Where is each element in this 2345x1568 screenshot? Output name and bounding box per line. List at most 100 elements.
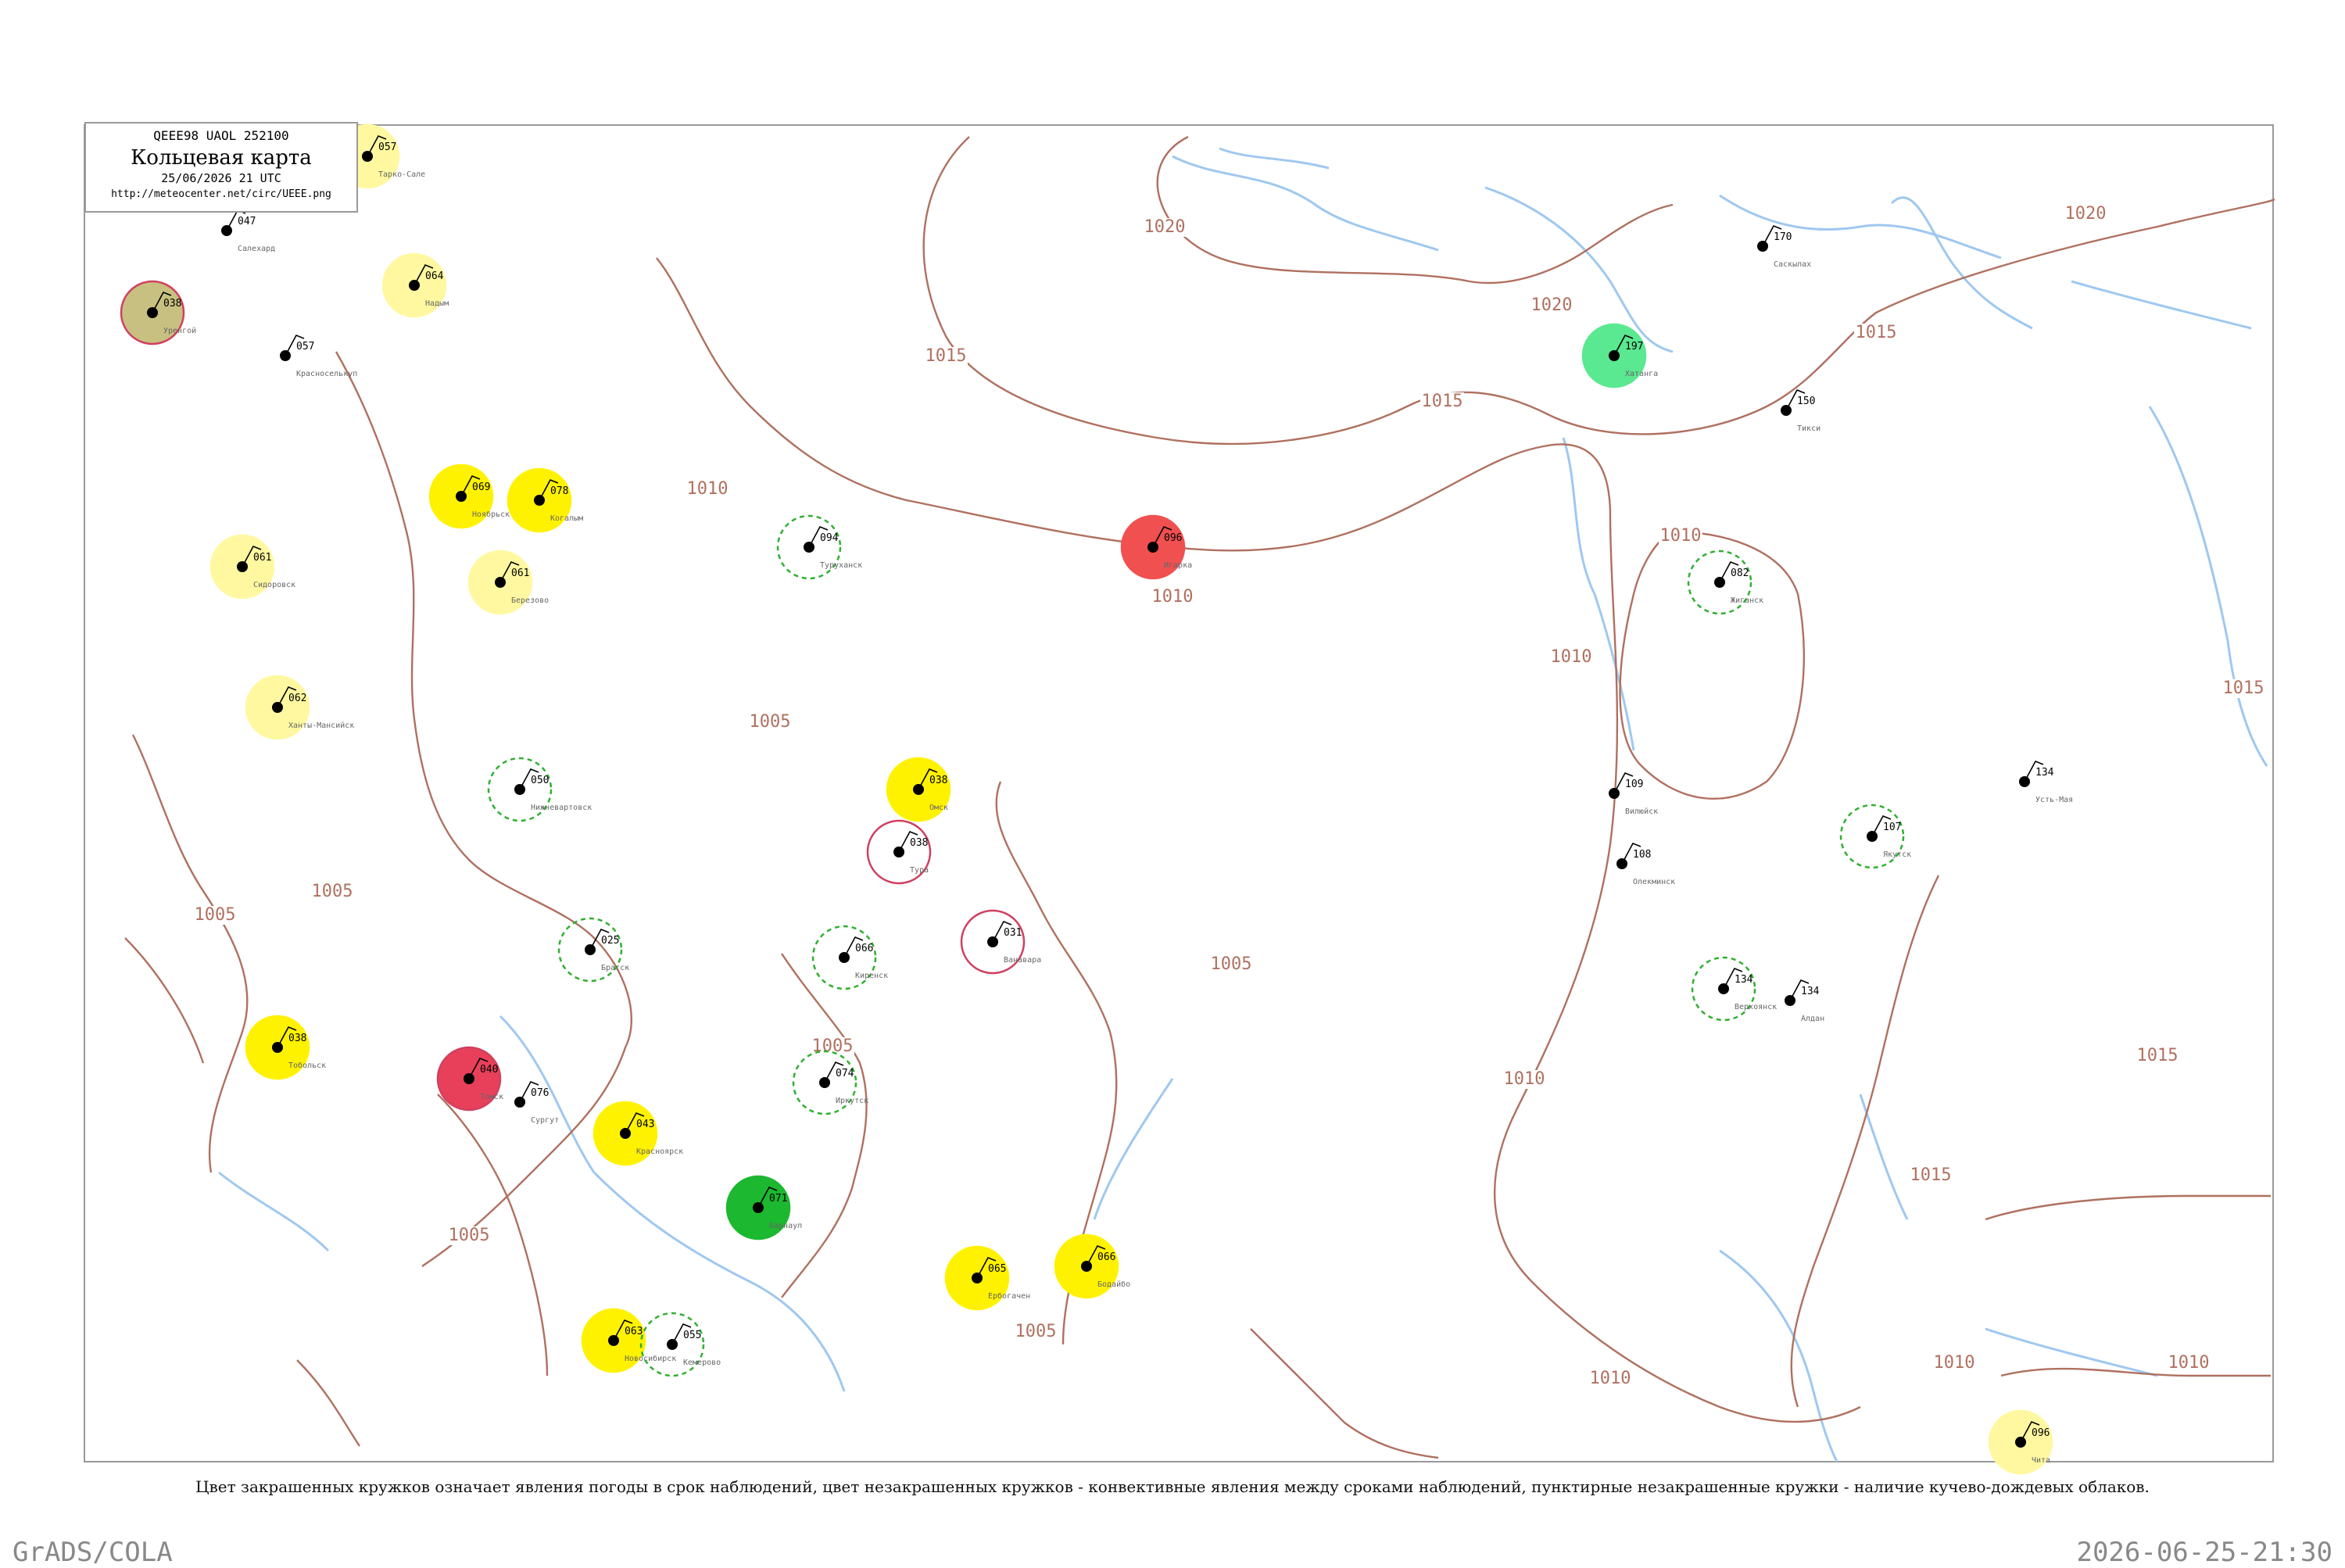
isobar-label: 1005 — [195, 905, 236, 925]
station-plot: 038 Тура — [866, 819, 932, 885]
station-temp: 057 — [378, 141, 396, 153]
station-temp: 038 — [288, 1033, 306, 1044]
station-temp: 074 — [836, 1068, 854, 1079]
station-plot: 047 Салехард — [221, 209, 275, 253]
isobar-label: 1015 — [2223, 678, 2264, 698]
water-layer — [218, 147, 2268, 1462]
station-name: Когалым — [550, 514, 583, 523]
station-plot: 170 Саскылах — [1757, 224, 1811, 269]
station-plot: 038 Уренгой — [120, 280, 196, 345]
station-temp: 057 — [296, 341, 314, 353]
station-temp: 038 — [929, 775, 947, 786]
map-date: 25/06/2026 21 UTC — [161, 171, 281, 185]
station-plot: 096 Игарка — [1120, 514, 1192, 580]
station-temp: 061 — [511, 567, 529, 579]
station-name: Красноселькуп — [296, 370, 357, 378]
station-temp: 109 — [1625, 779, 1643, 790]
station-temp: 197 — [1625, 341, 1643, 353]
isobar-label: 1010 — [687, 479, 729, 499]
station-name: Надым — [425, 299, 449, 308]
station-temp: 062 — [288, 693, 306, 704]
station-temp: 025 — [601, 935, 619, 947]
station-temp: 066 — [855, 943, 873, 954]
isobar-label: 1010 — [1504, 1069, 1545, 1089]
station-plot: 066 Киренск — [811, 925, 888, 990]
station-name: Бодайбо — [1097, 1280, 1130, 1289]
isobar-label: 1010 — [1934, 1353, 1975, 1373]
isobar-label: 1010 — [1660, 526, 1702, 546]
station-plot: 063 Новосибирск — [581, 1308, 676, 1373]
station-plot: 134 Усть-Мая — [2019, 760, 2073, 804]
station-name: Тура — [910, 866, 929, 875]
station-temp: 134 — [2035, 767, 2054, 779]
station-temp: 134 — [1801, 986, 1820, 997]
station-plot: 038 Омск — [886, 757, 951, 822]
station-plot: 064 Надым — [381, 252, 449, 318]
station-temp: 066 — [1097, 1251, 1115, 1263]
isobar-label: 1010 — [2168, 1353, 2210, 1373]
station-plot: 065 Ербогачен — [944, 1245, 1030, 1311]
isobar-layer — [124, 135, 2275, 1459]
footer-software: GrADS/COLA — [13, 1537, 173, 1568]
station-plot: 055 Кемерово — [639, 1312, 721, 1377]
station-temp: 069 — [472, 481, 490, 493]
station-name: Хатанга — [1625, 370, 1658, 378]
station-temp: 108 — [1633, 849, 1651, 861]
station-temp: 038 — [910, 837, 928, 849]
station-temp: 170 — [1774, 231, 1792, 243]
station-plot: 061 Березово — [467, 550, 549, 615]
station-name: Сургут — [531, 1116, 559, 1125]
isobar-label: 1015 — [1422, 392, 1463, 411]
isobar-label: 1020 — [1144, 217, 1186, 237]
station-name: Барнаул — [769, 1222, 802, 1230]
station-plot: 150 Тикси — [1781, 388, 1821, 433]
station-name: Алдан — [1801, 1015, 1824, 1023]
station-plot: 134 Верхоянск — [1691, 956, 1777, 1022]
station-name: Тикси — [1797, 424, 1821, 433]
station-name: Верхоянск — [1735, 1003, 1777, 1011]
station-temp: 078 — [550, 485, 568, 497]
station-name: Березово — [511, 596, 549, 605]
station-name: Олекминск — [1633, 878, 1675, 886]
station-temp: 063 — [625, 1326, 643, 1337]
isobar-label: 1010 — [1551, 647, 1592, 667]
station-plot: 096 Чита — [1988, 1409, 2053, 1475]
station-plot: 082 Жиганск — [1687, 550, 1763, 615]
station-temp: 150 — [1797, 396, 1815, 407]
station-name: Якутск — [1883, 850, 1911, 859]
station-plot: 074 Иркутск — [792, 1050, 868, 1115]
station-name: Ханты-Мансийск — [288, 721, 354, 730]
map-header-box: QEEE98 UAOL 252100 Кольцевая карта 25/06… — [84, 122, 358, 213]
station-temp: 040 — [480, 1064, 498, 1076]
station-plot: 040 Томск — [436, 1046, 503, 1112]
station-name: Уренгой — [163, 326, 196, 335]
station-temp: 096 — [2032, 1427, 2050, 1439]
station-plot: 066 Бодайбо — [1054, 1233, 1130, 1299]
station-name: Тобольск — [288, 1061, 326, 1070]
station-temp: 055 — [683, 1330, 701, 1341]
station-plot: 062 Ханты-Мансийск — [245, 675, 354, 740]
station-temp: 043 — [636, 1119, 654, 1130]
isobar-label: 1020 — [2065, 204, 2107, 224]
station-name: Тарко-Сале — [378, 170, 425, 179]
station-plot: 076 Сургут — [514, 1080, 559, 1125]
station-plot: 071 Барнаул — [725, 1175, 802, 1240]
station-plot: 078 Когалым — [507, 467, 583, 533]
station-name: Ербогачен — [988, 1291, 1030, 1301]
station-temp: 076 — [531, 1087, 549, 1099]
isobar-label: 1010 — [1152, 587, 1194, 607]
isobar-label: 1015 — [1910, 1165, 1952, 1185]
station-name: Братск — [601, 964, 629, 972]
station-name: Усть-Мая — [2035, 796, 2073, 804]
isobar-label: 1005 — [1015, 1322, 1057, 1341]
isobar-label: 1005 — [750, 712, 791, 732]
map-title: Кольцевая карта — [131, 146, 312, 170]
station-name: Иркутск — [836, 1097, 868, 1105]
station-temp: 094 — [820, 532, 839, 544]
station-plot: 038 Тобольск — [245, 1015, 326, 1080]
station-plot: 134 Алдан — [1785, 979, 1824, 1023]
station-temp: 071 — [769, 1193, 787, 1205]
isobar-label: 1020 — [1531, 295, 1573, 315]
station-name: Вилюйск — [1625, 807, 1658, 816]
station-plot: 061 Сидоровск — [209, 534, 295, 600]
